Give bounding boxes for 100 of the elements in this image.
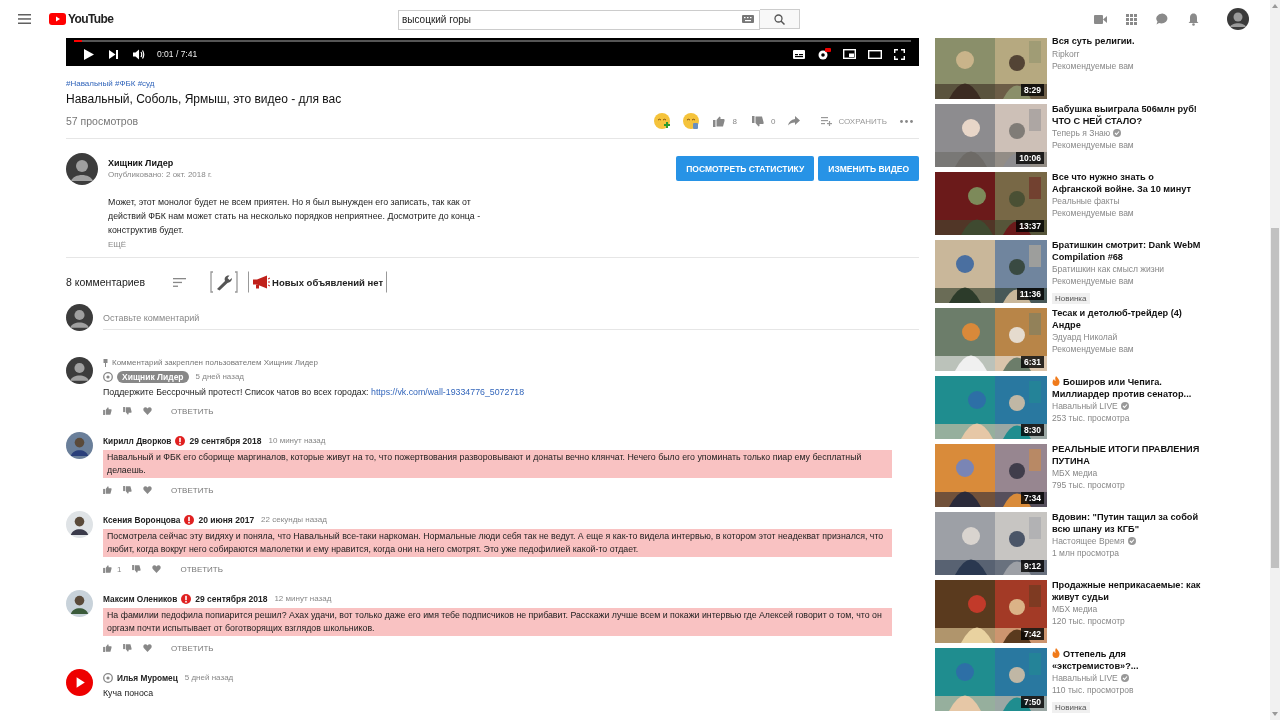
heart-icon[interactable] <box>152 565 162 573</box>
miniplayer-icon[interactable] <box>843 49 856 59</box>
play-icon[interactable] <box>84 48 94 60</box>
like-icon[interactable] <box>103 644 112 652</box>
video-title[interactable]: Боширов или Чепига. Миллиардер против сенатор... <box>1052 376 1202 400</box>
author-name[interactable]: Максим Олеников <box>103 591 178 607</box>
channel-name[interactable]: Эдуард Николай <box>1052 331 1118 343</box>
duration-badge: 8:30 <box>1021 424 1044 436</box>
scroll-up-icon[interactable] <box>1272 4 1278 8</box>
channel-action-button[interactable]: ИЗМЕНИТЬ ВИДЕО <box>818 156 919 181</box>
video-title[interactable]: Продажные неприкасаемые: как живут судьи <box>1052 580 1202 603</box>
more-icon[interactable] <box>900 119 913 123</box>
comment-time[interactable]: 12 минут назад <box>274 591 332 607</box>
dislike-icon[interactable] <box>132 565 142 573</box>
channel-name[interactable]: Навальный LIVE <box>1052 400 1118 412</box>
duration-badge: 7:50 <box>1021 696 1044 708</box>
video-title[interactable]: Тесак и детолюб-трейдер (4) Андре <box>1052 308 1202 331</box>
search-field[interactable]: высоцкий горы <box>398 9 760 30</box>
like-icon[interactable] <box>103 486 112 494</box>
comment-time[interactable]: 5 дней назад <box>184 670 234 686</box>
like-icon[interactable] <box>103 407 112 415</box>
heart-icon[interactable] <box>143 644 152 652</box>
scrollbar[interactable] <box>1270 0 1280 720</box>
bell-icon[interactable] <box>1188 12 1199 26</box>
channel-name[interactable]: МБХ медиа <box>1052 603 1098 615</box>
channel-name[interactable]: Навальный LIVE <box>1052 672 1118 684</box>
dislike-button[interactable]: 0 <box>749 115 778 127</box>
channel-name[interactable]: Реальные факты <box>1052 195 1120 207</box>
author-name[interactable]: Илья Муромец <box>117 670 178 686</box>
channel-name[interactable]: Ripkorr <box>1052 47 1080 60</box>
avatar[interactable] <box>66 357 93 384</box>
emoji-icon[interactable] <box>653 112 672 130</box>
settings-icon[interactable] <box>817 48 831 60</box>
video-title: Навальный, Соболь, Ярмыш, это видео - для вас <box>66 91 343 107</box>
hashtags[interactable]: #Навальный #ФБК #суд <box>66 79 155 89</box>
video-title[interactable]: Вся суть религии. <box>1052 38 1202 48</box>
next-icon[interactable] <box>109 49 118 59</box>
share-icon[interactable] <box>788 116 801 126</box>
video-title[interactable]: Вдовин: "Путин тащил за собой всю шпану из КГБ" <box>1052 512 1202 535</box>
search-button[interactable] <box>760 9 800 29</box>
channel-name[interactable]: Братишкин как смысл жизни <box>1052 263 1165 275</box>
author-name[interactable]: Ксения Воронцова <box>103 512 181 528</box>
duration-badge: 8:29 <box>1021 84 1044 96</box>
heart-icon[interactable] <box>143 407 152 415</box>
video-title[interactable]: Бабушка выиграла 506млн руб! ЧТО С НЕЙ СТАЛО? <box>1052 104 1202 127</box>
channel-name[interactable]: МБХ медиа <box>1052 467 1098 479</box>
author-name[interactable]: Хищник Лидер <box>117 371 189 383</box>
apps-icon[interactable] <box>1126 13 1137 25</box>
subtitles-icon[interactable] <box>793 49 805 59</box>
comment-text: Куча поноса <box>103 687 155 700</box>
reply-button[interactable]: ОТВЕТИТЬ <box>171 485 214 495</box>
show-more-link[interactable]: ЕЩЁ <box>108 240 127 249</box>
fullscreen-icon[interactable] <box>894 48 905 60</box>
video-meta: 1 млн просмотра <box>1052 547 1120 559</box>
theater-mode-icon[interactable] <box>868 49 882 59</box>
comment-time[interactable]: 5 дней назад <box>195 369 244 385</box>
dislike-icon[interactable] <box>123 407 132 415</box>
link[interactable]: https://vk.com/wall-19334776_5072718 <box>371 387 525 397</box>
avatar[interactable] <box>66 432 93 459</box>
heart-icon[interactable] <box>143 486 152 494</box>
avatar[interactable] <box>66 590 93 617</box>
video-title[interactable]: Все что нужно знать о Афганской войне. За 10 минут <box>1052 172 1202 195</box>
channel-name[interactable]: Теперь я Знаю <box>1052 127 1111 139</box>
channel-name[interactable]: Настоящее Время <box>1052 535 1125 547</box>
video-title[interactable]: РЕАЛЬНЫЕ ИТОГИ ПРАВЛЕНИЯ ПУТИНА <box>1052 444 1202 467</box>
emoji-icon[interactable] <box>682 112 701 130</box>
save-button[interactable]: СОХРАНИТЬ <box>819 116 889 126</box>
video-camera-icon[interactable] <box>1094 14 1107 24</box>
volume-icon[interactable] <box>133 48 145 60</box>
video-title[interactable]: Братишкин смотрит: Dank WebM Compilation #68 <box>1052 240 1202 263</box>
author-name[interactable]: Кирилл Дворков <box>103 433 172 449</box>
video-title[interactable]: Оттепель для «экстремистов»?... <box>1052 648 1202 672</box>
sort-icon[interactable] <box>173 277 187 287</box>
chat-icon[interactable] <box>1156 13 1169 25</box>
announcement-button[interactable]: Новых объявлений нет <box>248 271 388 293</box>
channel-action-button[interactable]: ПОСМОТРЕТЬ СТАТИСТИКУ <box>676 156 815 181</box>
like-count: 1 <box>117 564 122 574</box>
like-button[interactable]: 8 <box>711 115 739 127</box>
avatar[interactable] <box>1227 8 1249 30</box>
like-icon[interactable] <box>103 565 112 573</box>
reply-button[interactable]: ОТВЕТИТЬ <box>171 643 214 653</box>
avatar[interactable] <box>66 153 98 185</box>
publish-date: Опубликовано: 2 окт. 2018 г. <box>108 169 213 181</box>
reply-button[interactable]: ОТВЕТИТЬ <box>180 564 223 574</box>
duration-badge: 7:42 <box>1021 628 1044 640</box>
dislike-icon[interactable] <box>123 486 132 494</box>
megaphone-icon <box>252 275 271 289</box>
reply-button[interactable]: ОТВЕТИТЬ <box>171 406 214 416</box>
comment-time[interactable]: 22 секунды назад <box>261 512 327 528</box>
dislike-icon[interactable] <box>123 644 132 652</box>
logo[interactable]: YouTube <box>49 12 114 26</box>
keyboard-icon[interactable] <box>742 15 754 23</box>
wrench-icon[interactable] <box>210 271 239 293</box>
channel-name[interactable]: Хищник Лидер <box>108 157 213 169</box>
avatar[interactable] <box>66 511 93 538</box>
comment-time[interactable]: 10 минут назад <box>268 433 326 449</box>
scrollbar-thumb[interactable] <box>1271 228 1279 568</box>
pin-icon <box>103 358 108 367</box>
scroll-down-icon[interactable] <box>1272 712 1278 716</box>
menu-icon[interactable] <box>18 14 31 24</box>
